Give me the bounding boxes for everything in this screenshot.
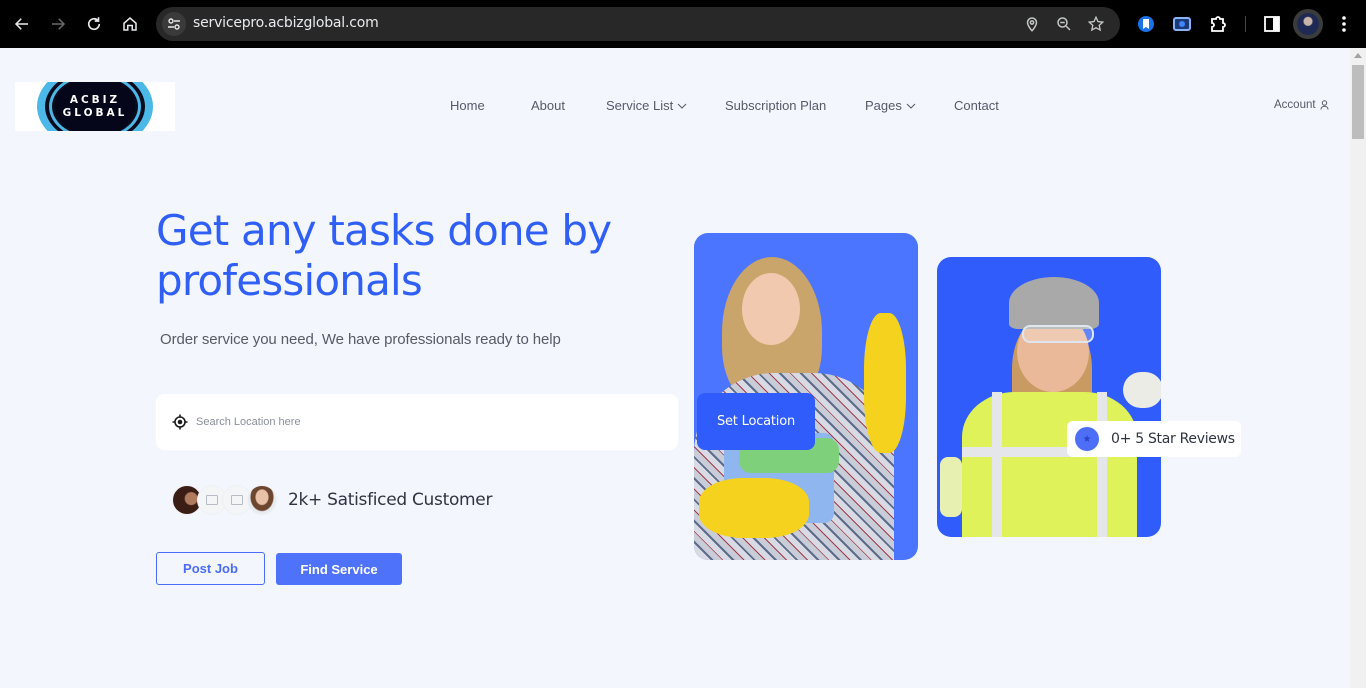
account-label: Account (1274, 99, 1316, 111)
reload-button[interactable] (82, 12, 106, 36)
image-placeholder-icon (231, 495, 243, 505)
find-service-button[interactable]: Find Service (276, 553, 402, 585)
location-search (156, 394, 678, 450)
screen-capture-extension-icon[interactable] (1171, 13, 1193, 35)
image-placeholder-icon (206, 495, 218, 505)
nav-service-list-label: Service List (606, 98, 674, 113)
star-icon: ★ (1075, 427, 1099, 451)
side-panel-icon[interactable] (1261, 13, 1283, 35)
reviews-text: 0+ 5 Star Reviews (1111, 431, 1235, 447)
nav-subscription-plan[interactable]: Subscription Plan (725, 98, 826, 113)
user-icon (1320, 100, 1329, 110)
nav-home[interactable]: Home (450, 98, 485, 113)
browser-toolbar: servicepro.acbizglobal.com (0, 0, 1366, 48)
arrow-right-icon (52, 18, 66, 30)
kebab-menu-icon[interactable] (1333, 13, 1355, 35)
reviews-badge: ★ 0+ 5 Star Reviews (1067, 421, 1241, 457)
nav-about[interactable]: About (531, 98, 565, 113)
home-icon (123, 17, 137, 31)
nav-pages[interactable]: Pages (865, 98, 916, 113)
scroll-up-arrow-icon[interactable] (1354, 53, 1362, 58)
nav-pages-label: Pages (865, 98, 902, 113)
set-location-button[interactable]: Set Location (697, 393, 815, 450)
nav-home-label: Home (450, 98, 485, 113)
reload-icon (87, 17, 101, 31)
toolbar-divider (1245, 16, 1246, 32)
acbiz-logo[interactable]: ACBIZ GLOBAL (15, 82, 175, 131)
zoom-out-icon[interactable] (1055, 15, 1073, 33)
logo-line1: ACBIZ (69, 94, 121, 106)
chevron-down-icon (906, 103, 916, 109)
account-link[interactable]: Account (1274, 99, 1329, 111)
star-icon[interactable] (1087, 15, 1105, 33)
nav-service-list[interactable]: Service List (606, 98, 687, 113)
address-bar[interactable]: servicepro.acbizglobal.com (156, 7, 1120, 41)
puzzle-icon[interactable] (1207, 13, 1229, 35)
arrow-left-icon (14, 18, 28, 30)
satisfied-customers: 2k+ Satisficed Customer (172, 484, 492, 516)
search-location-input[interactable] (196, 412, 656, 432)
page-scrollbar[interactable] (1350, 48, 1366, 688)
customers-count-text: 2k+ Satisficed Customer (288, 490, 493, 510)
customer-avatar (247, 485, 277, 515)
back-button[interactable] (10, 12, 34, 36)
post-job-button[interactable]: Post Job (156, 552, 265, 585)
hero-title: Get any tasks done by professionals (156, 206, 612, 305)
logo-line2: GLOBAL (62, 107, 128, 119)
site-info-button[interactable] (162, 12, 186, 36)
worker-image-card (937, 257, 1161, 537)
bookmark-extension-icon[interactable] (1135, 13, 1157, 35)
tune-icon (168, 18, 180, 30)
page: ACBIZ GLOBAL Home About Service List Sub… (0, 48, 1350, 688)
profile-avatar[interactable] (1293, 9, 1323, 39)
home-button[interactable] (118, 12, 142, 36)
scroll-thumb[interactable] (1352, 65, 1364, 139)
nav-contact[interactable]: Contact (954, 98, 999, 113)
nav-contact-label: Contact (954, 98, 999, 113)
chevron-down-icon (677, 103, 687, 109)
hero-subtitle: Order service you need, We have professi… (160, 331, 561, 348)
nav-about-label: About (531, 98, 565, 113)
nav-subscription-plan-label: Subscription Plan (725, 98, 827, 113)
location-pin-icon[interactable] (1023, 15, 1041, 33)
url-text[interactable]: servicepro.acbizglobal.com (193, 15, 379, 31)
forward-button[interactable] (46, 12, 70, 36)
crosshair-location-icon (172, 414, 188, 430)
